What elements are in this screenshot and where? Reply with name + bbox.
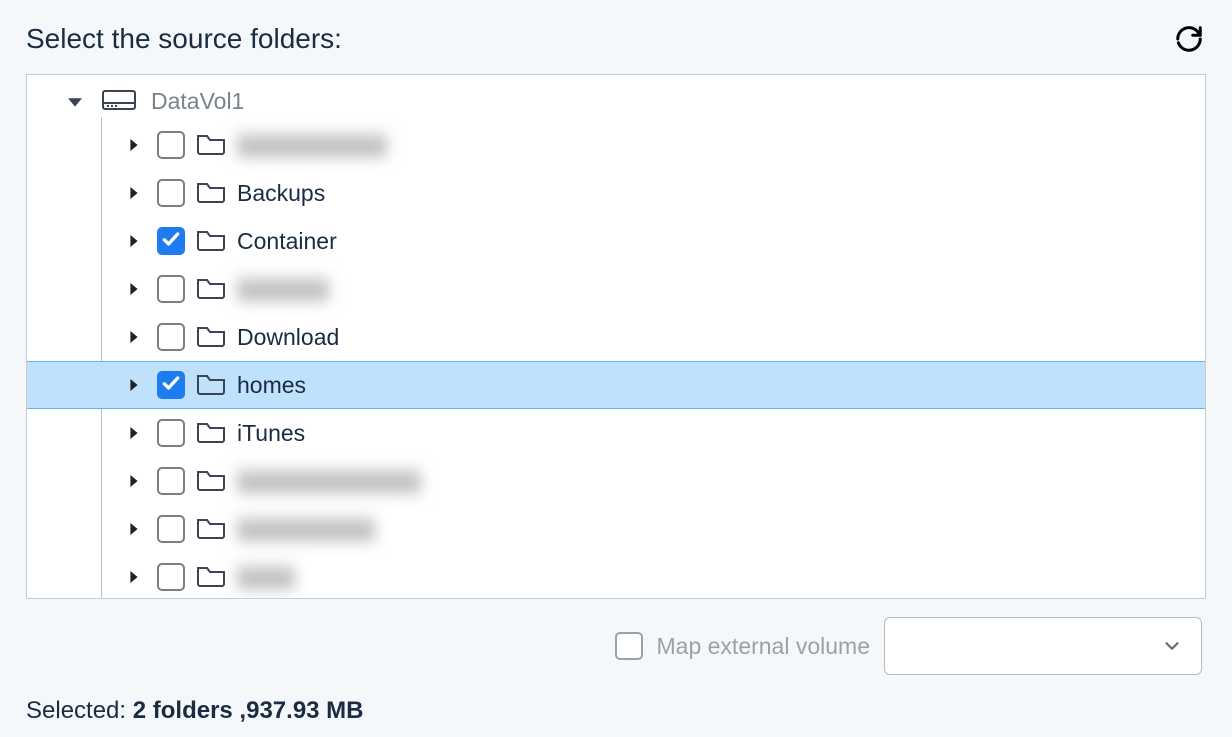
folder-tree[interactable]: DataVol1 xxxxxxxxxxxxxBackupsContainerxx… (26, 74, 1206, 599)
folder-label: xxxxxxxx (237, 276, 329, 303)
tree-item[interactable]: Container (101, 217, 1205, 265)
tree-item[interactable]: xxxxxxxxxxxx (101, 505, 1205, 553)
folder-label: Container (237, 228, 337, 255)
folder-icon (195, 466, 227, 497)
tree-item[interactable]: xxxxxxxx (101, 265, 1205, 313)
folder-icon (195, 274, 227, 305)
folder-checkbox[interactable] (157, 563, 185, 591)
folder-icon (195, 370, 227, 401)
selection-status: Selected: 2 folders ,937.93 MB (26, 697, 1206, 725)
tree-item[interactable]: xxxxxxxxxxxxx (101, 121, 1205, 169)
folder-label: xxxxxxxxxxxx (237, 516, 375, 543)
folder-icon (195, 418, 227, 449)
folder-checkbox[interactable] (157, 467, 185, 495)
page-title: Select the source folders: (26, 23, 342, 55)
folder-label: xxxxxxxxxxxxxxxx (237, 468, 421, 495)
folder-checkbox[interactable] (157, 419, 185, 447)
folder-label: Download (237, 324, 339, 351)
tree-item[interactable]: xxxxx (101, 553, 1205, 599)
folder-checkbox[interactable] (157, 371, 185, 399)
folder-checkbox[interactable] (157, 227, 185, 255)
expand-icon[interactable] (127, 234, 141, 248)
expand-icon[interactable] (127, 570, 141, 584)
tree-item[interactable]: homes (26, 361, 1206, 409)
external-volume-select[interactable] (884, 617, 1202, 675)
folder-checkbox[interactable] (157, 515, 185, 543)
expand-icon[interactable] (127, 426, 141, 440)
expand-icon[interactable] (127, 282, 141, 296)
folder-label: iTunes (237, 420, 305, 447)
checkmark-icon (161, 373, 181, 398)
folder-checkbox[interactable] (157, 323, 185, 351)
tree-item[interactable]: Backups (101, 169, 1205, 217)
folder-icon (195, 322, 227, 353)
folder-checkbox[interactable] (157, 131, 185, 159)
status-value: 2 folders ,937.93 MB (133, 697, 364, 724)
folder-icon (195, 226, 227, 257)
expand-icon[interactable] (127, 378, 141, 392)
chevron-down-icon (1161, 635, 1183, 657)
folder-label: xxxxxxxxxxxxx (237, 132, 387, 159)
folder-checkbox[interactable] (157, 275, 185, 303)
folder-icon (195, 178, 227, 209)
expand-icon[interactable] (127, 138, 141, 152)
folder-label: Backups (237, 180, 325, 207)
tree-item[interactable]: Download (101, 313, 1205, 361)
checkmark-icon (161, 229, 181, 254)
refresh-icon (1174, 24, 1204, 54)
folder-checkbox[interactable] (157, 179, 185, 207)
expand-icon[interactable] (127, 330, 141, 344)
root-label: DataVol1 (151, 88, 244, 115)
tree-children: xxxxxxxxxxxxx Backups Container xxxxxxxx Dow… (101, 121, 1205, 599)
folder-label: xxxxx (237, 564, 295, 591)
folder-icon (195, 130, 227, 161)
folder-icon (195, 514, 227, 545)
expand-icon[interactable] (127, 522, 141, 536)
tree-item[interactable]: xxxxxxxxxxxxxxxx (101, 457, 1205, 505)
status-prefix: Selected: (26, 697, 133, 724)
expand-icon[interactable] (127, 474, 141, 488)
tree-item[interactable]: iTunes (101, 409, 1205, 457)
tree-root-row[interactable]: DataVol1 (67, 81, 1205, 121)
folder-icon (195, 562, 227, 593)
folder-label: homes (237, 372, 306, 399)
map-external-checkbox[interactable] (615, 632, 643, 660)
expand-icon[interactable] (127, 186, 141, 200)
refresh-button[interactable] (1172, 22, 1206, 56)
map-external-label: Map external volume (657, 633, 871, 660)
drive-icon (101, 84, 137, 119)
collapse-icon[interactable] (67, 93, 83, 109)
